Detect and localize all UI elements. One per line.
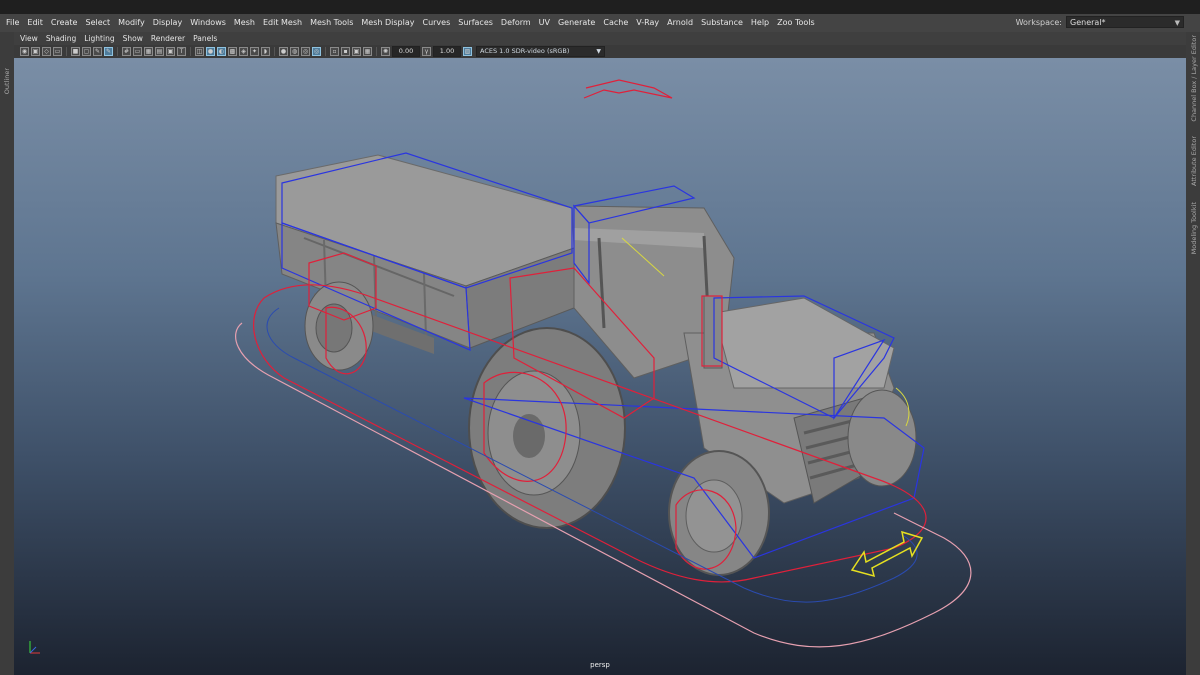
motion-blur-icon[interactable]: ◍ bbox=[290, 47, 299, 56]
menu-mesh[interactable]: Mesh bbox=[230, 14, 259, 32]
menu-surfaces[interactable]: Surfaces bbox=[454, 14, 497, 32]
bookmarks-icon[interactable]: ◇ bbox=[42, 47, 51, 56]
workspace-selector: Workspace: General* ▼ bbox=[1016, 16, 1184, 28]
menu-modify[interactable]: Modify bbox=[114, 14, 149, 32]
xray-joints-icon[interactable]: ▫ bbox=[330, 47, 339, 56]
isolate-select-icon[interactable]: ◎ bbox=[312, 47, 321, 56]
menu-zoo-tools[interactable]: Zoo Tools bbox=[773, 14, 819, 32]
menu-curves[interactable]: Curves bbox=[418, 14, 454, 32]
safe-title-icon[interactable]: T bbox=[177, 47, 186, 56]
workspace-dropdown[interactable]: General* ▼ bbox=[1066, 16, 1184, 28]
xray-icon[interactable]: ◈ bbox=[239, 47, 248, 56]
grid-icon[interactable]: # bbox=[122, 47, 131, 56]
view-axis-indicator bbox=[29, 641, 40, 654]
textured-icon[interactable]: ▩ bbox=[228, 47, 237, 56]
color-space-value: ACES 1.0 SDR-video (sRGB) bbox=[480, 47, 570, 55]
chevron-down-icon: ▼ bbox=[1174, 19, 1180, 27]
panel-menu-view[interactable]: View bbox=[14, 32, 42, 45]
channel-box-tab[interactable]: Channel Box / Layer Editor bbox=[1190, 35, 1198, 122]
panel-menu-lighting[interactable]: Lighting bbox=[80, 32, 118, 45]
gamma-field[interactable]: 1.00 bbox=[433, 46, 461, 57]
anti-aliasing-icon[interactable]: ◎ bbox=[301, 47, 310, 56]
isolate-icon[interactable]: ▦ bbox=[363, 47, 372, 56]
panel-menu-panels[interactable]: Panels bbox=[189, 32, 221, 45]
menu-file[interactable]: File bbox=[0, 14, 23, 32]
menu-generate[interactable]: Generate bbox=[554, 14, 599, 32]
tractor-front-wheel-far[interactable] bbox=[847, 389, 917, 487]
menu-edit[interactable]: Edit bbox=[23, 14, 47, 32]
menu-mesh-tools[interactable]: Mesh Tools bbox=[306, 14, 357, 32]
xray-active-icon[interactable]: ▪ bbox=[341, 47, 350, 56]
title-strip bbox=[0, 0, 1200, 14]
menu-display[interactable]: Display bbox=[149, 14, 187, 32]
exposure-field[interactable]: 0.00 bbox=[392, 46, 420, 57]
select-camera-icon[interactable]: ◉ bbox=[20, 47, 29, 56]
menu-substance[interactable]: Substance bbox=[697, 14, 747, 32]
film-gate-icon[interactable]: ▢ bbox=[82, 47, 91, 56]
menu-deform[interactable]: Deform bbox=[497, 14, 535, 32]
workspace-label: Workspace: bbox=[1015, 17, 1062, 27]
menu-select[interactable]: Select bbox=[81, 14, 114, 32]
menu-windows[interactable]: Windows bbox=[186, 14, 230, 32]
chevron-down-icon: ▼ bbox=[596, 48, 601, 55]
outliner-tab[interactable]: Outliner bbox=[3, 68, 11, 94]
lights-icon[interactable]: ✦ bbox=[250, 47, 259, 56]
modeling-toolkit-tab[interactable]: Modeling Toolkit bbox=[1190, 202, 1198, 254]
camera-attributes-icon[interactable]: ▣ bbox=[31, 47, 40, 56]
attribute-editor-label: Attribute Editor bbox=[1190, 136, 1198, 187]
menu-uv[interactable]: UV bbox=[535, 14, 554, 32]
toolbar-separator bbox=[325, 47, 326, 56]
menu-edit-mesh[interactable]: Edit Mesh bbox=[259, 14, 306, 32]
viewport-toolbar: ◉ ▣ ◇ ▭ ■ ▢ ✎ ✎ # ▭ ▦ ▤ ▣ T ◫ ● ◐ ▩ ◈ ✦ … bbox=[14, 45, 1186, 58]
modeling-toolkit-label: Modeling Toolkit bbox=[1190, 202, 1198, 255]
color-management-icon[interactable]: ▨ bbox=[463, 47, 472, 56]
perspective-viewport[interactable]: persp bbox=[14, 58, 1186, 675]
camera-icon[interactable]: ■ bbox=[71, 47, 80, 56]
image-plane-icon[interactable]: ▭ bbox=[53, 47, 62, 56]
menu-mesh-display[interactable]: Mesh Display bbox=[357, 14, 418, 32]
menu-create[interactable]: Create bbox=[47, 14, 82, 32]
gate-mask-icon[interactable]: ▤ bbox=[155, 47, 164, 56]
toolbar-separator bbox=[66, 47, 67, 56]
panel-menu-renderer[interactable]: Renderer bbox=[147, 32, 189, 45]
scene-canvas bbox=[235, 79, 972, 648]
panel-menu-shading[interactable]: Shading bbox=[42, 32, 80, 45]
pencil-icon[interactable]: ✎ bbox=[104, 47, 113, 56]
wireframe-on-shaded-icon[interactable]: ◐ bbox=[217, 47, 226, 56]
toolbar-separator bbox=[117, 47, 118, 56]
ambient-occlusion-icon[interactable]: ● bbox=[279, 47, 288, 56]
shadows-icon[interactable]: ◗ bbox=[261, 47, 270, 56]
exposure-icon[interactable]: ✺ bbox=[381, 47, 390, 56]
menu-cache[interactable]: Cache bbox=[599, 14, 632, 32]
toolbar-separator bbox=[274, 47, 275, 56]
menu-help[interactable]: Help bbox=[747, 14, 773, 32]
channel-box-label: Channel Box / Layer Editor bbox=[1190, 35, 1198, 122]
tractor-front-wheel[interactable] bbox=[668, 450, 770, 576]
workspace-value: General* bbox=[1070, 18, 1106, 27]
smooth-shade-icon[interactable]: ● bbox=[206, 47, 215, 56]
safe-action-icon[interactable]: ▣ bbox=[166, 47, 175, 56]
attribute-editor-tab[interactable]: Attribute Editor bbox=[1190, 136, 1198, 186]
hud-icon[interactable]: ▣ bbox=[352, 47, 361, 56]
viewport-panel-menu: View Shading Lighting Show Renderer Pane… bbox=[14, 32, 1186, 45]
toolbar-separator bbox=[190, 47, 191, 56]
color-space-dropdown[interactable]: ACES 1.0 SDR-video (sRGB) ▼ bbox=[476, 46, 605, 57]
panel-menu-show[interactable]: Show bbox=[119, 32, 147, 45]
grease-pencil-icon[interactable]: ✎ bbox=[93, 47, 102, 56]
menu-arnold[interactable]: Arnold bbox=[663, 14, 697, 32]
menu-vray[interactable]: V-Ray bbox=[632, 14, 663, 32]
toolbar-separator bbox=[376, 47, 377, 56]
right-side-strip: Channel Box / Layer Editor Attribute Edi… bbox=[1186, 32, 1200, 675]
film-gate-toggle-icon[interactable]: ▭ bbox=[133, 47, 142, 56]
gamma-icon[interactable]: γ bbox=[422, 47, 431, 56]
camera-label: persp bbox=[590, 661, 610, 669]
tractor-rear-wheel[interactable] bbox=[468, 327, 626, 529]
trailer-wheel[interactable] bbox=[304, 281, 374, 371]
resolution-gate-icon[interactable]: ▦ bbox=[144, 47, 153, 56]
wireframe-icon[interactable]: ◫ bbox=[195, 47, 204, 56]
left-side-strip: Outliner bbox=[0, 32, 14, 675]
